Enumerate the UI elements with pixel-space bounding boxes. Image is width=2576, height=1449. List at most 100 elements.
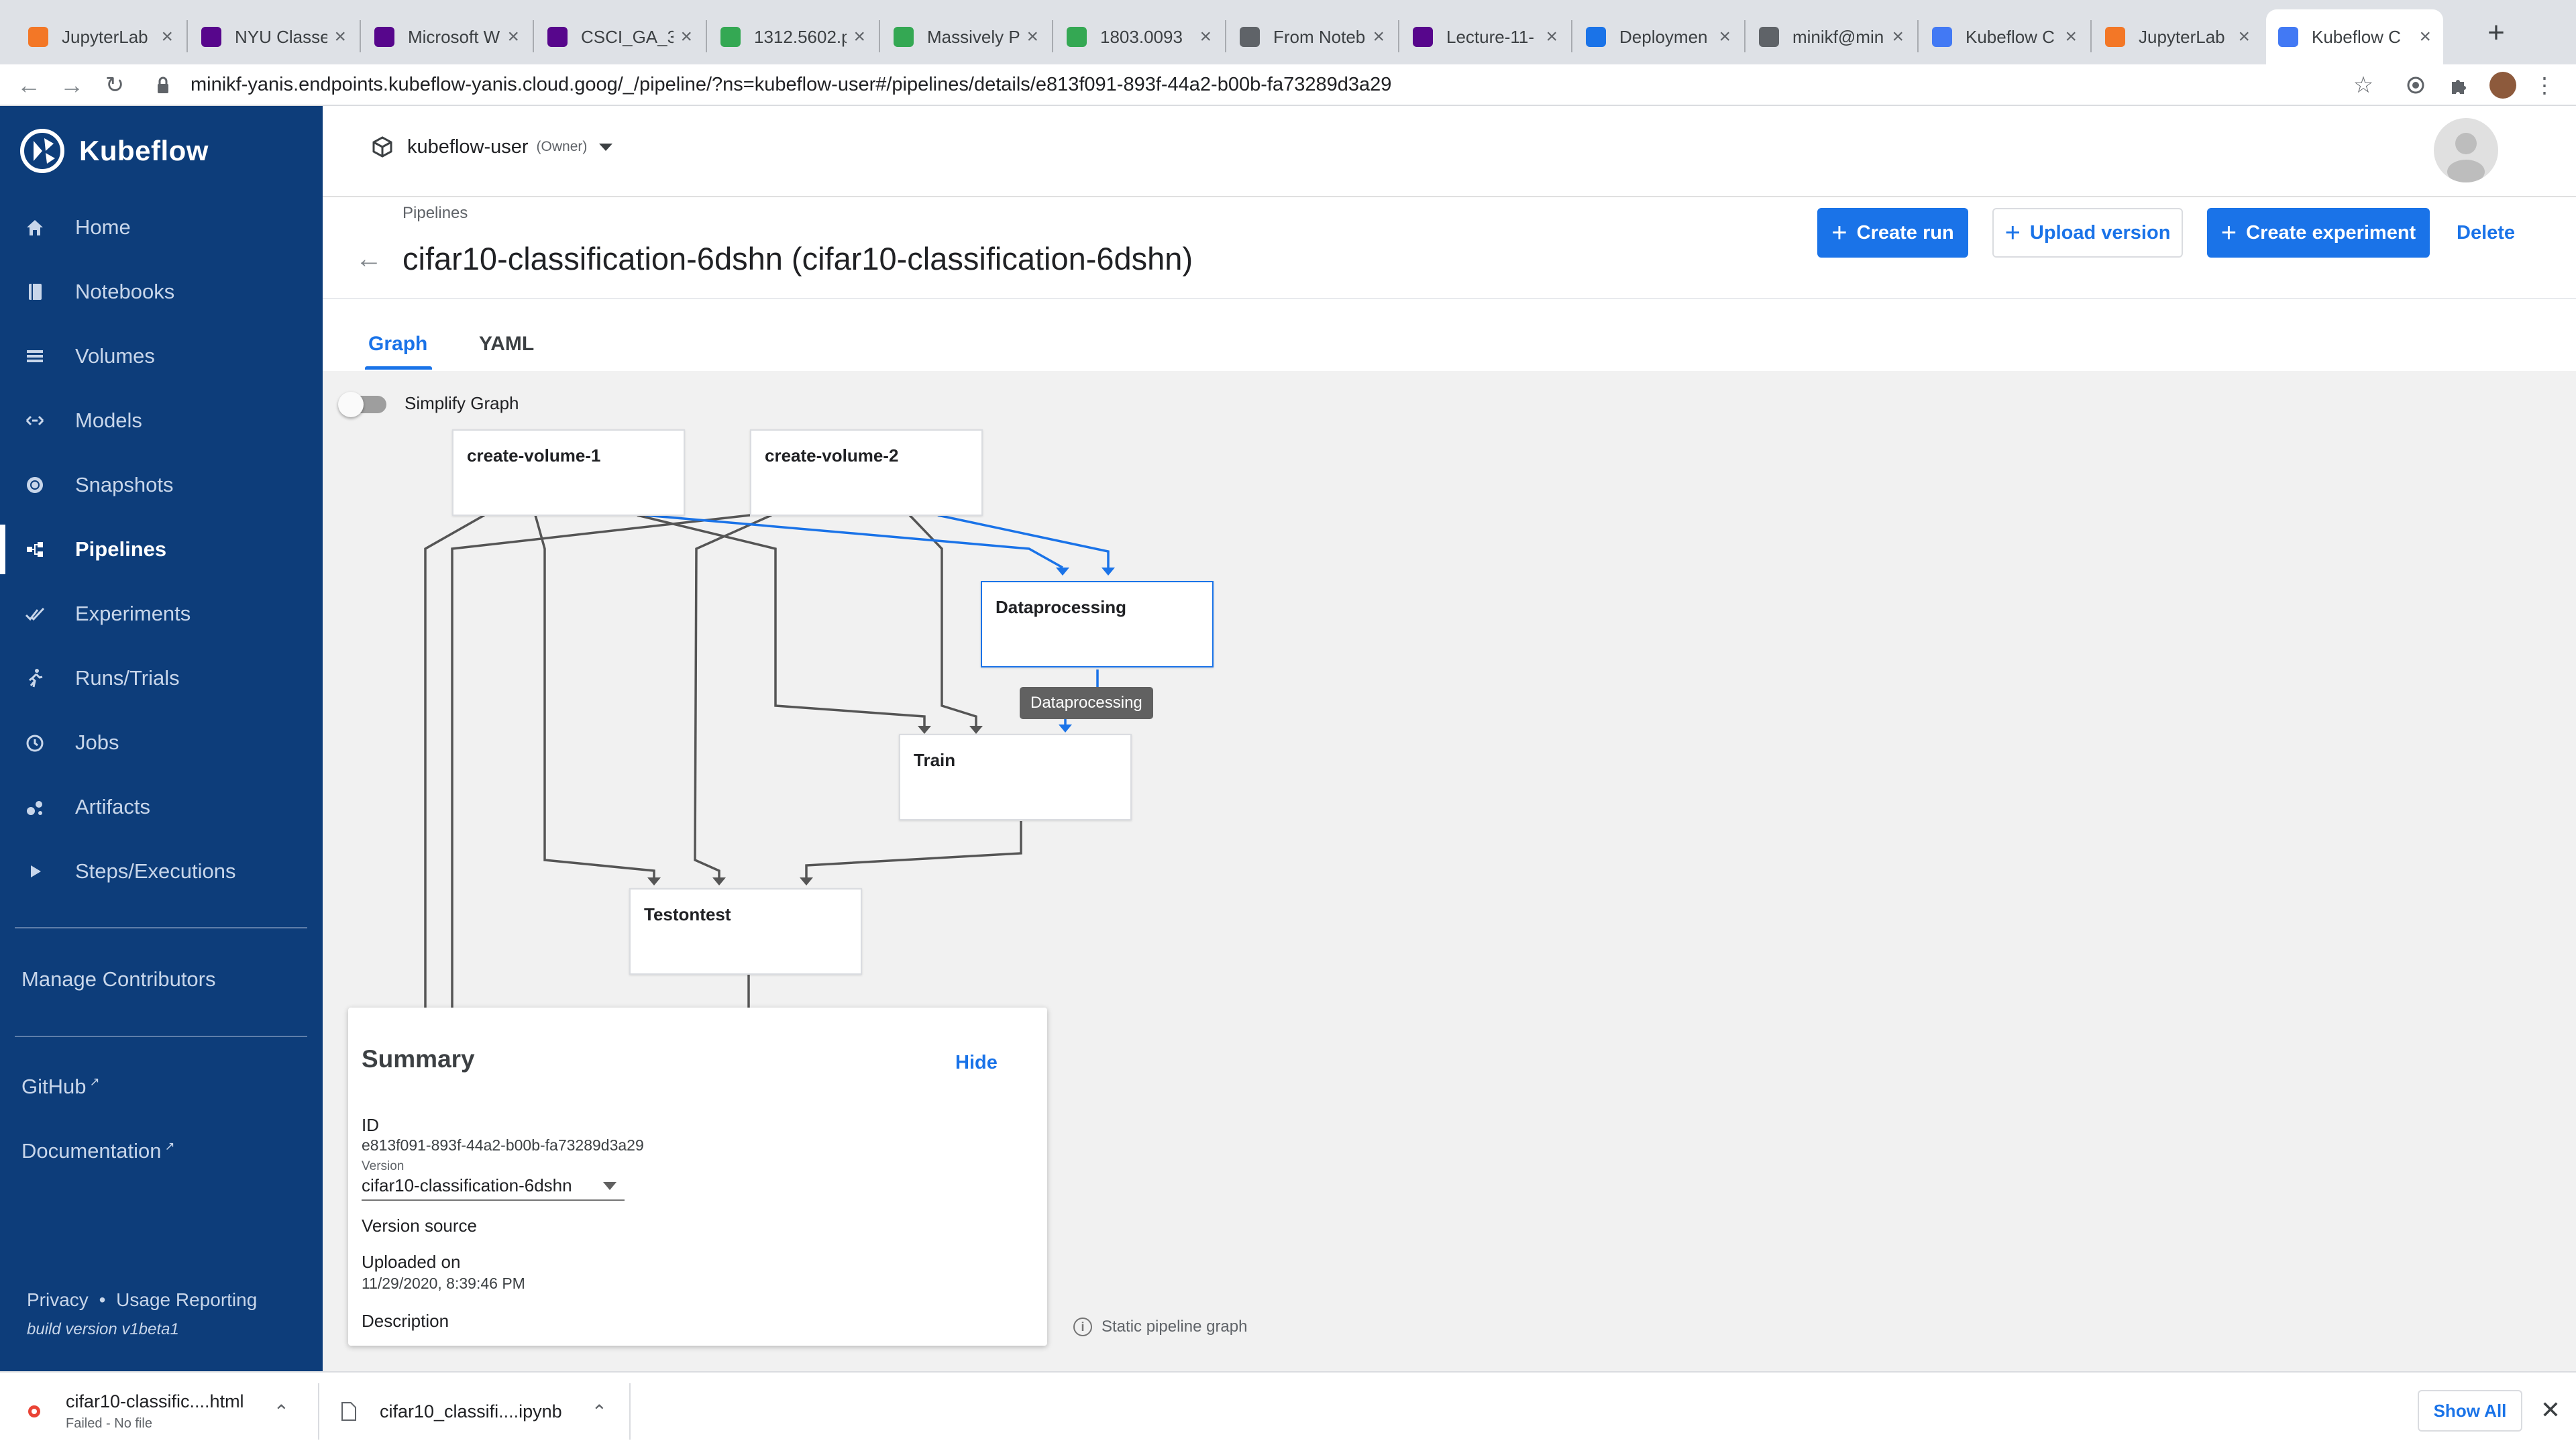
- close-tab-icon[interactable]: ×: [334, 25, 346, 48]
- upload-version-button[interactable]: + Upload version: [1992, 208, 2183, 258]
- sidebar-item-notebooks[interactable]: Notebooks: [0, 262, 323, 322]
- user-avatar[interactable]: [2434, 118, 2498, 182]
- profile-avatar-icon[interactable]: [2487, 70, 2518, 101]
- sidebar-item-artifacts[interactable]: Artifacts: [0, 777, 323, 837]
- browser-tab[interactable]: minikf@min ×: [1747, 9, 1916, 64]
- download-separator: [629, 1383, 631, 1440]
- tab-graph[interactable]: Graph: [368, 333, 427, 356]
- tab-separator: [1744, 20, 1746, 52]
- sidebar-item-home[interactable]: Home: [0, 197, 323, 258]
- chevron-up-icon[interactable]: ⌃: [274, 1401, 289, 1423]
- browser-tab[interactable]: Kubeflow C ×: [2266, 9, 2443, 64]
- browser-tab[interactable]: From Noteb ×: [1228, 9, 1397, 64]
- bookmark-star-icon[interactable]: ☆: [2348, 70, 2379, 101]
- sidebar-item-label: Jobs: [75, 731, 119, 754]
- close-tab-icon[interactable]: ×: [680, 25, 692, 48]
- browser-tab[interactable]: Lecture-11- ×: [1401, 9, 1570, 64]
- create-experiment-button[interactable]: + Create experiment: [2207, 208, 2430, 258]
- sidebar-divider: [15, 927, 307, 928]
- close-download-bar-icon[interactable]: ✕: [2537, 1395, 2564, 1425]
- new-tab-button[interactable]: +: [2479, 16, 2513, 50]
- sidebar-item-runs-trials[interactable]: Runs/Trials: [0, 648, 323, 708]
- tab-yaml[interactable]: YAML: [479, 333, 534, 356]
- gear-icon: [1759, 27, 1779, 47]
- sidebar-item-label: Steps/Executions: [75, 859, 236, 883]
- browser-tab[interactable]: Microsoft W ×: [362, 9, 531, 64]
- plus-icon: +: [2004, 218, 2021, 248]
- extensions-puzzle-icon[interactable]: [2443, 70, 2474, 101]
- sidebar-item-experiments[interactable]: Experiments: [0, 584, 323, 644]
- browser-tab[interactable]: Massively P ×: [881, 9, 1051, 64]
- node-create-volume-2[interactable]: create-volume-2: [750, 429, 983, 516]
- usage-reporting-link[interactable]: Usage Reporting: [116, 1289, 257, 1310]
- page-title: cifar10-classification-6dshn (cifar10-cl…: [402, 241, 1193, 276]
- paper-icon: [894, 27, 914, 47]
- privacy-link[interactable]: Privacy: [27, 1289, 89, 1310]
- close-tab-icon[interactable]: ×: [1026, 25, 1038, 48]
- kubeflow-icon: [2278, 27, 2298, 47]
- sidebar-item-jobs[interactable]: Jobs: [0, 712, 323, 773]
- node-testontest[interactable]: Testontest: [629, 888, 862, 975]
- hide-summary-button[interactable]: Hide: [955, 1052, 998, 1074]
- download-item[interactable]: cifar10-classific....html Failed - No fi…: [27, 1373, 295, 1449]
- tab-separator: [533, 20, 534, 52]
- version-select[interactable]: cifar10-classification-6dshn: [362, 1175, 625, 1201]
- browser-tab[interactable]: Kubeflow C ×: [1920, 9, 2089, 64]
- forward-nav-icon[interactable]: →: [56, 70, 87, 101]
- show-all-downloads-button[interactable]: Show All: [2418, 1390, 2522, 1432]
- code-icon: [1240, 27, 1260, 47]
- close-tab-icon[interactable]: ×: [1719, 25, 1731, 48]
- create-run-button[interactable]: + Create run: [1817, 208, 1968, 258]
- back-nav-icon[interactable]: ←: [13, 70, 44, 101]
- browser-toolbar: ← → ↻ minikf-yanis.endpoints.kubeflow-ya…: [0, 64, 2576, 106]
- github-link[interactable]: GitHub ↗: [21, 1075, 100, 1099]
- namespace-selector[interactable]: kubeflow-user (Owner): [371, 136, 613, 158]
- reload-icon[interactable]: ↻: [99, 70, 130, 101]
- close-tab-icon[interactable]: ×: [2238, 25, 2250, 48]
- toggle-thumb[interactable]: [338, 392, 364, 417]
- node-dataprocessing[interactable]: Dataprocessing: [981, 581, 1214, 667]
- download-item[interactable]: cifar10_classifi....ipynb ⌃: [341, 1373, 609, 1449]
- close-tab-icon[interactable]: ×: [1892, 25, 1904, 48]
- back-arrow-icon[interactable]: ←: [354, 244, 384, 274]
- browser-tab[interactable]: Deploymen ×: [1574, 9, 1743, 64]
- close-tab-icon[interactable]: ×: [1373, 25, 1385, 48]
- documentation-link[interactable]: Documentation ↗: [21, 1139, 175, 1163]
- play-icon: [23, 859, 47, 883]
- sidebar-item-volumes[interactable]: Volumes: [0, 326, 323, 386]
- node-train[interactable]: Train: [899, 734, 1132, 820]
- node-create-volume-1[interactable]: create-volume-1: [452, 429, 685, 516]
- manage-contributors-link[interactable]: Manage Contributors: [21, 967, 216, 991]
- close-tab-icon[interactable]: ×: [161, 25, 173, 48]
- browser-tab[interactable]: 1803.0093 ×: [1055, 9, 1224, 64]
- uploaded-on-label: Uploaded on: [362, 1252, 461, 1272]
- browser-tab[interactable]: NYU Classes ×: [189, 9, 358, 64]
- sidebar-item-models[interactable]: Models: [0, 390, 323, 451]
- address-bar[interactable]: minikf-yanis.endpoints.kubeflow-yanis.cl…: [191, 74, 1391, 96]
- notebook-icon: [23, 280, 47, 304]
- browser-tab[interactable]: 1312.5602.p ×: [708, 9, 877, 64]
- tab-separator: [1917, 20, 1919, 52]
- sidebar-item-snapshots[interactable]: Snapshots: [0, 455, 323, 515]
- close-tab-icon[interactable]: ×: [507, 25, 519, 48]
- close-tab-icon[interactable]: ×: [1199, 25, 1212, 48]
- sidebar-item-pipelines[interactable]: Pipelines: [0, 519, 323, 580]
- jupyter-icon: [2105, 27, 2125, 47]
- close-tab-icon[interactable]: ×: [1546, 25, 1558, 48]
- close-tab-icon[interactable]: ×: [2419, 25, 2431, 48]
- close-tab-icon[interactable]: ×: [853, 25, 865, 48]
- delete-button[interactable]: Delete: [2457, 208, 2515, 258]
- browser-tab[interactable]: JupyterLab ×: [2093, 9, 2262, 64]
- extension-circle-icon[interactable]: [2400, 70, 2431, 101]
- kubeflow-icon: [1932, 27, 1952, 47]
- breadcrumb[interactable]: Pipelines: [402, 204, 468, 223]
- close-tab-icon[interactable]: ×: [2065, 25, 2077, 48]
- browser-menu-icon[interactable]: ⋮: [2529, 70, 2560, 101]
- download-filename: cifar10-classific....html: [66, 1391, 244, 1411]
- browser-tab[interactable]: CSCI_GA_3 ×: [535, 9, 704, 64]
- browser-tab[interactable]: JupyterLab ×: [16, 9, 185, 64]
- chevron-up-icon[interactable]: ⌃: [592, 1401, 607, 1423]
- download-separator: [318, 1383, 319, 1440]
- sidebar-item-steps-executions[interactable]: Steps/Executions: [0, 841, 323, 902]
- brand[interactable]: Kubeflow: [20, 129, 209, 173]
